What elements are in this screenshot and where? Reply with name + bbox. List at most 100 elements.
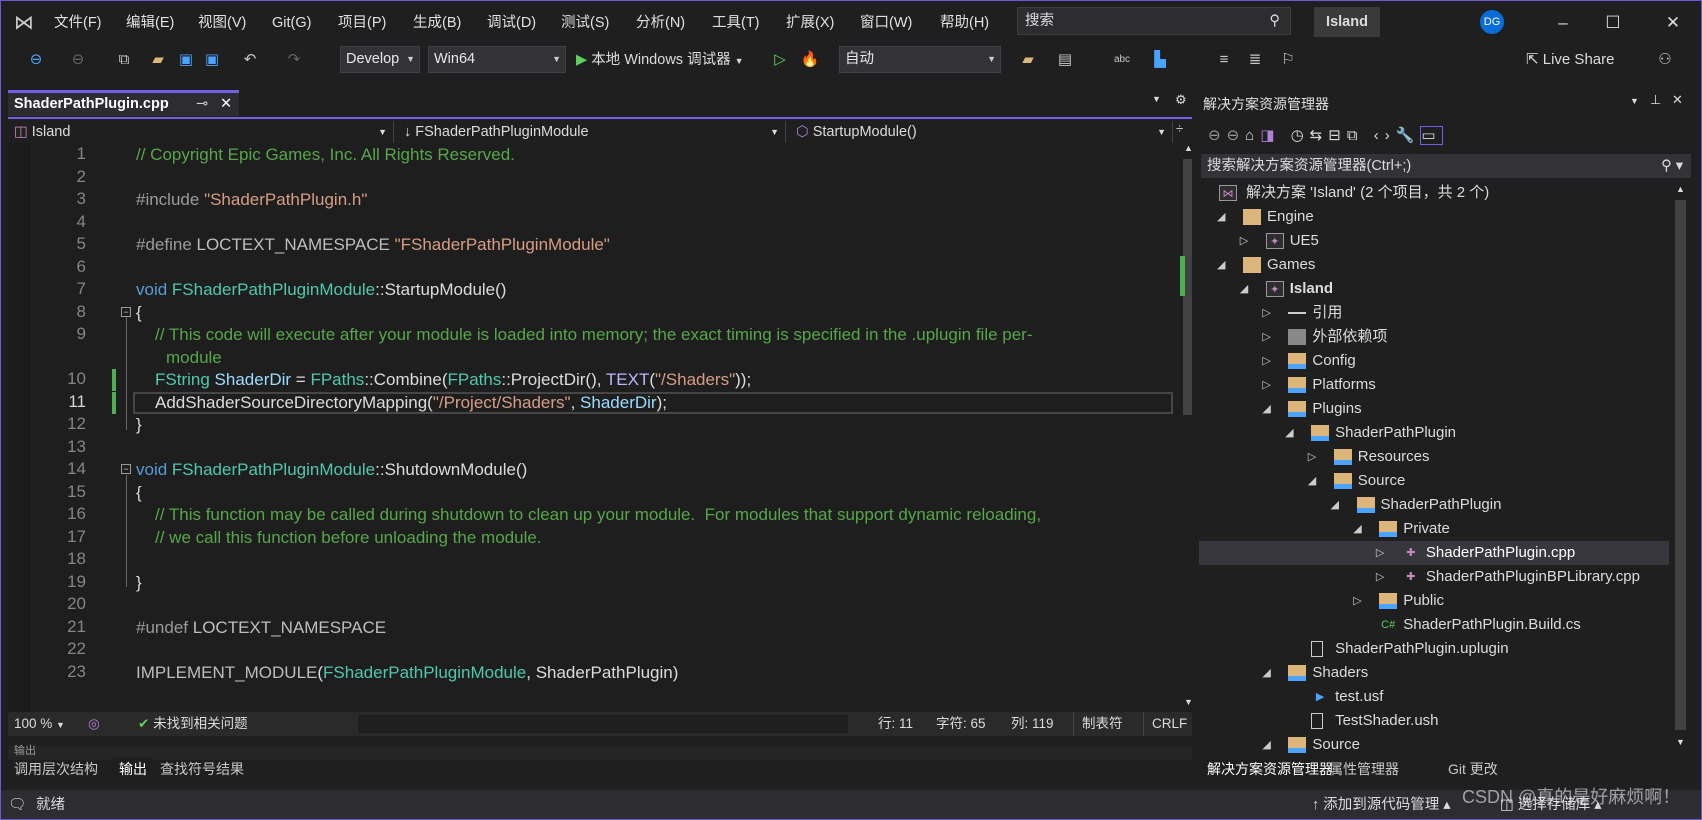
split-icon[interactable]: ÷ xyxy=(1176,121,1183,136)
add-to-source-control-button[interactable]: ↑ 添加到源代码管理 ▴ xyxy=(1312,790,1451,820)
bottom-tab[interactable]: 调用层次结构 xyxy=(8,757,104,782)
col-indicator[interactable]: 列: 119 xyxy=(1011,712,1054,736)
bookmark-icon[interactable]: ⚐ xyxy=(1278,48,1298,72)
solution-panel-tab[interactable]: 属性管理器 xyxy=(1325,757,1403,782)
maximize-icon[interactable]: ☐ xyxy=(1600,10,1626,36)
tree-item[interactable]: ◢ Source xyxy=(1199,469,1669,493)
expanded-arrow-icon[interactable]: ◢ xyxy=(1262,733,1270,757)
scrollbar-thumb[interactable] xyxy=(1675,200,1686,730)
close-panel-icon[interactable]: ✕ xyxy=(1672,92,1683,108)
solution-name-badge[interactable]: Island xyxy=(1314,7,1380,37)
back-icon[interactable]: ⊖ xyxy=(1208,127,1227,144)
collapse-icon[interactable]: ⊟ xyxy=(1328,127,1347,144)
collapsed-arrow-icon[interactable]: ▷ xyxy=(1308,445,1316,469)
tree-item[interactable]: ◢ Plugins xyxy=(1199,397,1669,421)
comment-icon[interactable]: ≡ xyxy=(1214,48,1234,72)
browser-icon[interactable]: ▤ xyxy=(1055,48,1075,72)
tree-item[interactable]: ◢ Engine xyxy=(1199,205,1669,229)
menu-item[interactable]: 工具(T) xyxy=(712,12,760,34)
preview-icon[interactable]: ▭ xyxy=(1420,126,1443,145)
live-share-button[interactable]: ⇱ Live Share xyxy=(1526,48,1614,72)
wrench-icon[interactable]: 🔧 xyxy=(1396,127,1421,144)
scope-select[interactable]: ↓ FShaderPathPluginModule ▼ xyxy=(398,121,786,143)
eol-indicator[interactable]: CRLF xyxy=(1143,712,1187,736)
save-icon[interactable]: ▣ xyxy=(176,48,196,72)
panel-menu-icon[interactable]: ▼ xyxy=(1630,96,1639,106)
expanded-arrow-icon[interactable]: ◢ xyxy=(1217,253,1225,277)
start-without-debugging-icon[interactable]: ▷ xyxy=(770,48,790,72)
horizontal-scrollbar[interactable] xyxy=(358,715,848,733)
tree-item[interactable]: ▷ ✚ ShaderPathPluginBPLibrary.cpp xyxy=(1199,565,1669,589)
intellicode-icon[interactable]: ◎ xyxy=(88,712,100,736)
tree-item[interactable]: C# ShaderPathPlugin.Build.cs xyxy=(1199,613,1669,637)
project-select[interactable]: ◫ Island ▼ xyxy=(8,121,394,143)
menu-item[interactable]: 帮助(H) xyxy=(940,12,989,34)
tree-item[interactable]: ▷ Public xyxy=(1199,589,1669,613)
pin-icon[interactable]: ⊸ xyxy=(196,93,208,115)
tree-item[interactable]: ▶ test.usf xyxy=(1199,685,1669,709)
configuration-select[interactable]: Develop ▼ xyxy=(340,46,420,73)
collapsed-arrow-icon[interactable]: ▷ xyxy=(1262,325,1270,349)
code-icon[interactable]: ‹› xyxy=(1374,127,1396,144)
tree-item[interactable]: ◢ ShaderPathPlugin xyxy=(1199,421,1669,445)
tree-item[interactable]: ◢ ✦ Island xyxy=(1199,277,1669,301)
expanded-arrow-icon[interactable]: ◢ xyxy=(1262,661,1270,685)
show-all-icon[interactable]: ⧉ xyxy=(1347,127,1364,144)
minimize-icon[interactable]: – xyxy=(1550,10,1576,36)
menu-item[interactable]: 分析(N) xyxy=(636,12,685,34)
platform-select[interactable]: Win64 ▼ xyxy=(428,46,566,73)
expanded-arrow-icon[interactable]: ◢ xyxy=(1331,493,1339,517)
vertical-scrollbar[interactable]: ▲ ▼ xyxy=(1180,143,1192,712)
expanded-arrow-icon[interactable]: ◢ xyxy=(1285,421,1293,445)
feedback-icon[interactable]: ⚇ xyxy=(1655,48,1675,72)
gear-icon[interactable]: ⚙ xyxy=(1175,92,1187,108)
expanded-arrow-icon[interactable]: ◢ xyxy=(1217,205,1225,229)
expanded-arrow-icon[interactable]: ◢ xyxy=(1353,517,1361,541)
start-debugging-button[interactable]: ▶ 本地 Windows 调试器 ▼ xyxy=(576,48,744,73)
format-icon[interactable]: ▙ xyxy=(1150,48,1170,72)
notification-icon[interactable]: 🗨 xyxy=(8,790,26,820)
member-select[interactable]: ⬡ StartupModule() ▼ xyxy=(790,121,1173,143)
tree-item[interactable]: ⋈ 解决方案 'Island' (2 个项目，共 2 个) xyxy=(1199,181,1669,205)
tree-item[interactable]: ▷ ✦ UE5 xyxy=(1199,229,1669,253)
menu-item[interactable]: 扩展(X) xyxy=(786,12,834,34)
back-icon[interactable]: ⊖ xyxy=(26,48,46,72)
solution-panel-tab[interactable]: 解决方案资源管理器 xyxy=(1203,757,1337,782)
tree-item[interactable]: ▷ 外部依赖项 xyxy=(1199,325,1669,349)
tree-item[interactable]: ◢ ShaderPathPlugin xyxy=(1199,493,1669,517)
scroll-down-icon[interactable]: ▼ xyxy=(1184,697,1192,707)
vs-switch-icon[interactable]: ◨ xyxy=(1260,127,1280,144)
menu-item[interactable]: 测试(S) xyxy=(561,12,609,34)
scroll-up-icon[interactable]: ▲ xyxy=(1676,184,1685,194)
collapsed-arrow-icon[interactable]: ▷ xyxy=(1262,349,1270,373)
expanded-arrow-icon[interactable]: ◢ xyxy=(1308,469,1316,493)
bottom-tab[interactable]: 输出 xyxy=(113,757,153,782)
fold-collapse-icon[interactable]: − xyxy=(121,464,131,474)
search-input[interactable]: 搜索 ⚲ xyxy=(1017,7,1291,35)
auto-select[interactable]: 自动 ▼ xyxy=(839,46,1001,73)
tree-item[interactable]: ◢ Source xyxy=(1199,733,1669,757)
menu-item[interactable]: 生成(B) xyxy=(413,12,461,34)
avatar[interactable]: DG xyxy=(1480,10,1504,34)
tree-item[interactable]: ShaderPathPlugin.uplugin xyxy=(1199,637,1669,661)
code-editor[interactable]: 1 // Copyright Epic Games, Inc. All Right… xyxy=(8,143,1192,712)
find-in-files-icon[interactable]: ▰ xyxy=(1018,48,1038,72)
line-indicator[interactable]: 行: 11 xyxy=(878,712,913,736)
tree-item[interactable]: ▷ Config xyxy=(1199,349,1669,373)
tree-item[interactable]: TestShader.ush xyxy=(1199,709,1669,733)
tree-item[interactable]: ▷ 引用 xyxy=(1199,301,1669,325)
tree-item[interactable]: ◢ Shaders xyxy=(1199,661,1669,685)
solution-search-input[interactable]: 搜索解决方案资源管理器(Ctrl+;) ⚲ ▾ xyxy=(1201,154,1691,178)
scroll-down-icon[interactable]: ▼ xyxy=(1676,737,1685,747)
undo-icon[interactable]: ↶ xyxy=(240,48,260,72)
collapsed-arrow-icon[interactable]: ▷ xyxy=(1262,301,1270,325)
tree-item[interactable]: ▷ ✚ ShaderPathPlugin.cpp xyxy=(1199,541,1669,565)
collapsed-arrow-icon[interactable]: ▷ xyxy=(1262,373,1270,397)
tree-item[interactable]: ◢ Games xyxy=(1199,253,1669,277)
char-indicator[interactable]: 字符: 65 xyxy=(936,712,986,736)
bottom-tab[interactable]: 查找符号结果 xyxy=(154,757,250,782)
menu-item[interactable]: Git(G) xyxy=(272,12,311,34)
tree-scrollbar[interactable]: ▲ ▼ xyxy=(1672,182,1689,752)
menu-item[interactable]: 文件(F) xyxy=(54,12,102,34)
open-folder-icon[interactable]: ▰ xyxy=(148,48,168,72)
